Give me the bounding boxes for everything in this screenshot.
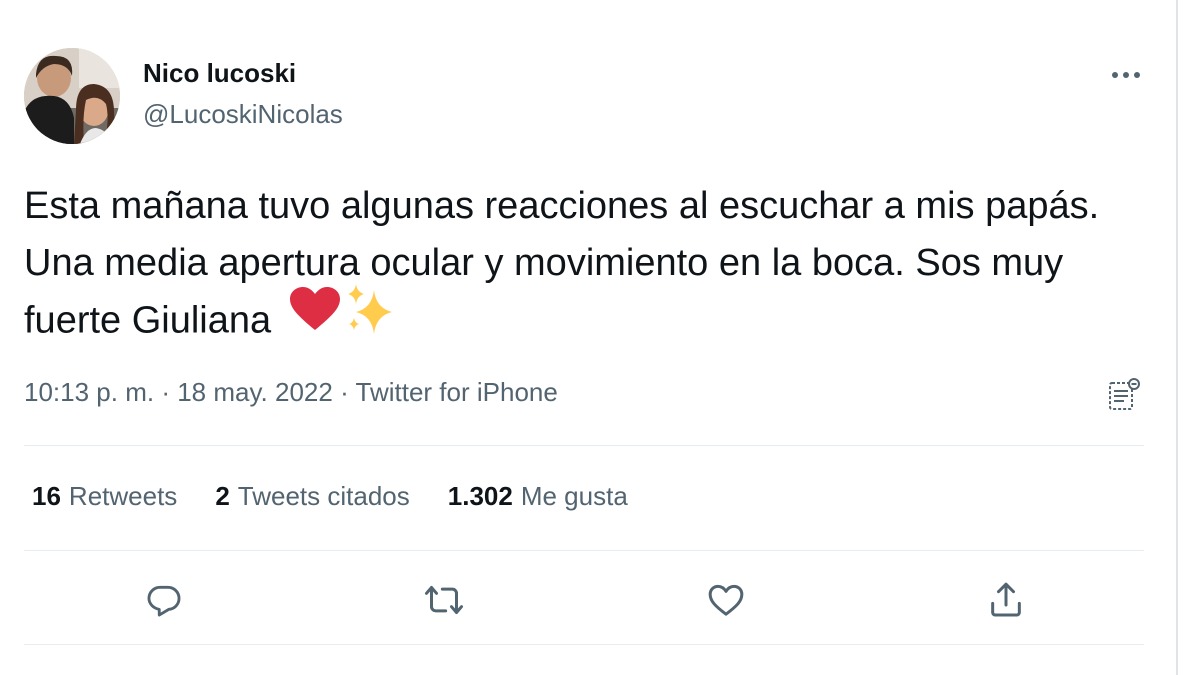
divider xyxy=(24,550,1144,551)
tweet-date[interactable]: 18 may. 2022 xyxy=(177,377,333,407)
author-handle[interactable]: @LucoskiNicolas xyxy=(143,99,343,130)
likes-count: 1.302 xyxy=(447,481,513,511)
share-icon xyxy=(991,582,1021,617)
action-bar xyxy=(0,572,1176,628)
card-border xyxy=(1176,0,1178,675)
quotes-label: Tweets citados xyxy=(237,481,410,511)
reply-button[interactable] xyxy=(136,572,192,628)
quote-tweets-stat[interactable]: 2 Tweets citados xyxy=(215,481,409,512)
tweet-stats: 16 Retweets 2 Tweets citados 1.302 Me gusta xyxy=(32,481,628,512)
reply-icon xyxy=(147,585,181,617)
tweet-time[interactable]: 10:13 p. m. xyxy=(24,377,154,407)
tweet-meta: 10:13 p. m. · 18 may. 2022 · Twitter for… xyxy=(24,377,558,408)
more-options-button[interactable] xyxy=(1106,60,1146,90)
retweet-button[interactable] xyxy=(416,572,472,628)
meta-separator: · xyxy=(340,377,349,407)
red-heart-icon xyxy=(288,286,342,349)
more-dots-icon xyxy=(1112,72,1140,78)
retweets-count: 16 xyxy=(32,481,61,511)
likes-stat[interactable]: 1.302 Me gusta xyxy=(448,481,628,512)
quotes-count: 2 xyxy=(215,481,230,511)
tweet-source[interactable]: Twitter for iPhone xyxy=(356,377,558,407)
divider xyxy=(24,445,1144,446)
share-button[interactable] xyxy=(978,572,1034,628)
tweet-body: Esta mañana tuvo algunas reacciones al e… xyxy=(24,185,1100,342)
retweets-stat[interactable]: 16 Retweets xyxy=(32,481,177,512)
like-icon xyxy=(708,584,744,616)
like-button[interactable] xyxy=(698,572,754,628)
tweet-card: Nico lucoski @LucoskiNicolas Esta mañana… xyxy=(0,0,1176,675)
divider xyxy=(24,644,1144,645)
author-display-name[interactable]: Nico lucoski xyxy=(143,58,296,89)
avatar[interactable] xyxy=(24,48,120,144)
analytics-icon[interactable] xyxy=(1104,375,1144,415)
tweet-text: Esta mañana tuvo algunas reacciones al e… xyxy=(24,178,1154,353)
likes-label: Me gusta xyxy=(520,481,628,511)
retweets-label: Retweets xyxy=(68,481,178,511)
retweet-icon xyxy=(425,586,463,614)
sparkles-icon xyxy=(344,282,398,353)
meta-separator: · xyxy=(161,377,170,407)
avatar-photo xyxy=(24,48,120,144)
